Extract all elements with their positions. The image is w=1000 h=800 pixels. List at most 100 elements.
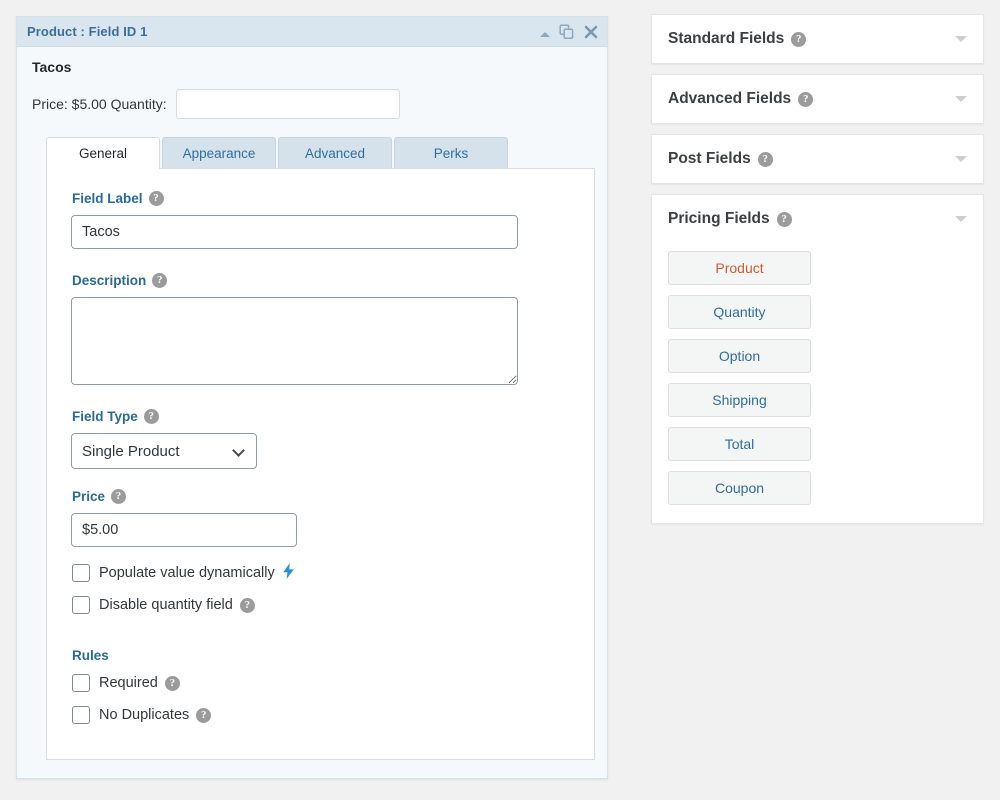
accordion-standard-fields-text: Standard Fields bbox=[668, 30, 785, 47]
quantity-input[interactable] bbox=[175, 89, 400, 119]
field-panel-body: Tacos Price: $5.00 Quantity: General App… bbox=[17, 47, 607, 760]
disable-quantity-field-checkbox[interactable] bbox=[72, 596, 90, 614]
pricing-field-buttons: Product Quantity Option Shipping Total C… bbox=[668, 251, 967, 505]
populate-value-dynamically-row: Populate value dynamically bbox=[72, 563, 570, 582]
accordion-advanced-fields: Advanced Fields ? bbox=[651, 74, 984, 124]
populate-value-dynamically-label: Populate value dynamically bbox=[99, 563, 295, 582]
accordion-post-fields-title: Post Fields ? bbox=[668, 150, 773, 168]
field-library-sidebar: Standard Fields ? Advanced Fields ? Post… bbox=[651, 14, 984, 534]
field-panel-header-icons bbox=[540, 17, 598, 47]
field-button-product-label: Product bbox=[715, 260, 764, 276]
accordion-pricing-fields: Pricing Fields ? Product Quantity Option bbox=[651, 194, 984, 524]
no-duplicates-label: No Duplicates ? bbox=[99, 707, 212, 723]
price-label: Price ? bbox=[72, 489, 570, 504]
tab-perks-label: Perks bbox=[433, 145, 469, 161]
accordion-post-fields-text: Post Fields bbox=[668, 150, 751, 167]
help-icon[interactable]: ? bbox=[757, 151, 773, 167]
field-label-label: Field Label ? bbox=[72, 191, 570, 206]
accordion-post-fields-header[interactable]: Post Fields ? bbox=[652, 135, 983, 183]
tab-general[interactable]: General bbox=[46, 137, 160, 169]
description-textarea[interactable] bbox=[71, 297, 518, 385]
field-type-select-wrap: Single Product bbox=[71, 433, 257, 469]
tab-appearance[interactable]: Appearance bbox=[162, 137, 276, 168]
field-button-shipping-label: Shipping bbox=[712, 392, 767, 408]
field-type-label-text: Field Type bbox=[72, 409, 138, 424]
no-duplicates-row: No Duplicates ? bbox=[72, 706, 570, 724]
field-panel-title: Product : Field ID 1 bbox=[27, 24, 148, 39]
help-icon[interactable]: ? bbox=[798, 91, 814, 107]
tab-general-label: General bbox=[78, 145, 128, 161]
tab-perks[interactable]: Perks bbox=[394, 137, 508, 168]
field-type-selected-value: Single Product bbox=[82, 442, 180, 460]
chevron-down-icon bbox=[955, 36, 967, 42]
field-button-total[interactable]: Total bbox=[668, 427, 811, 461]
required-row: Required ? bbox=[72, 674, 570, 692]
field-label-text: Field Label bbox=[72, 191, 143, 206]
help-icon[interactable]: ? bbox=[239, 597, 255, 613]
tab-panel-general: Field Label ? Description ? Field Type ? bbox=[46, 168, 595, 760]
field-button-quantity-label: Quantity bbox=[713, 304, 766, 320]
no-duplicates-text: No Duplicates bbox=[99, 707, 190, 723]
description-label: Description ? bbox=[72, 273, 570, 288]
accordion-standard-fields-header[interactable]: Standard Fields ? bbox=[652, 15, 983, 63]
rules-section-label: Rules bbox=[72, 648, 570, 663]
field-panel-header: Product : Field ID 1 bbox=[17, 17, 607, 47]
required-checkbox[interactable] bbox=[72, 674, 90, 692]
price-quantity-label: Price: $5.00 Quantity: bbox=[32, 96, 167, 112]
help-icon[interactable]: ? bbox=[776, 211, 792, 227]
accordion-standard-fields-title: Standard Fields ? bbox=[668, 30, 807, 48]
disable-quantity-field-text: Disable quantity field bbox=[99, 597, 233, 613]
price-input[interactable] bbox=[71, 513, 297, 547]
chevron-down-icon bbox=[955, 156, 967, 162]
description-label-text: Description bbox=[72, 273, 147, 288]
accordion-pricing-fields-header[interactable]: Pricing Fields ? bbox=[652, 195, 983, 243]
accordion-pricing-fields-text: Pricing Fields bbox=[668, 210, 770, 227]
field-button-option-label: Option bbox=[718, 348, 761, 364]
field-button-coupon[interactable]: Coupon bbox=[668, 471, 811, 505]
close-icon[interactable] bbox=[584, 25, 598, 39]
no-duplicates-checkbox[interactable] bbox=[72, 706, 90, 724]
accordion-standard-fields: Standard Fields ? bbox=[651, 14, 984, 64]
help-icon[interactable]: ? bbox=[196, 707, 212, 723]
accordion-pricing-fields-body: Product Quantity Option Shipping Total C… bbox=[652, 243, 983, 523]
chevron-down-icon bbox=[955, 216, 967, 222]
price-label-text: Price bbox=[72, 489, 106, 504]
help-icon[interactable]: ? bbox=[791, 31, 807, 47]
product-price-row: Price: $5.00 Quantity: bbox=[31, 89, 593, 119]
required-text: Required bbox=[99, 675, 158, 691]
help-icon[interactable]: ? bbox=[143, 409, 159, 424]
collapse-icon[interactable] bbox=[540, 28, 550, 37]
accordion-advanced-fields-header[interactable]: Advanced Fields ? bbox=[652, 75, 983, 123]
field-button-total-label: Total bbox=[724, 436, 755, 452]
accordion-advanced-fields-text: Advanced Fields bbox=[668, 90, 792, 107]
accordion-post-fields: Post Fields ? bbox=[651, 134, 984, 184]
field-type-label: Field Type ? bbox=[72, 409, 570, 424]
help-icon[interactable]: ? bbox=[111, 489, 127, 504]
populate-value-dynamically-checkbox[interactable] bbox=[72, 563, 90, 582]
field-button-coupon-label: Coupon bbox=[714, 480, 765, 496]
accordion-advanced-fields-title: Advanced Fields ? bbox=[668, 90, 814, 108]
help-icon[interactable]: ? bbox=[148, 191, 164, 206]
lightning-bolt-icon bbox=[282, 563, 295, 582]
tab-appearance-label: Appearance bbox=[182, 145, 256, 161]
tab-advanced[interactable]: Advanced bbox=[278, 137, 392, 168]
populate-value-dynamically-text: Populate value dynamically bbox=[99, 564, 275, 581]
product-preview-title: Tacos bbox=[32, 59, 72, 75]
field-button-quantity[interactable]: Quantity bbox=[668, 295, 811, 329]
help-icon[interactable]: ? bbox=[164, 675, 180, 691]
disable-quantity-field-label: Disable quantity field ? bbox=[99, 597, 255, 613]
field-settings-tabs: General Appearance Advanced Perks bbox=[46, 137, 593, 169]
field-button-shipping[interactable]: Shipping bbox=[668, 383, 811, 417]
tab-advanced-label: Advanced bbox=[304, 145, 366, 161]
required-label: Required ? bbox=[99, 675, 180, 691]
field-type-select[interactable]: Single Product bbox=[71, 433, 257, 469]
field-button-option[interactable]: Option bbox=[668, 339, 811, 373]
field-label-input[interactable] bbox=[71, 215, 518, 249]
rules-label-text: Rules bbox=[72, 648, 109, 663]
duplicate-icon[interactable] bbox=[559, 24, 575, 40]
help-icon[interactable]: ? bbox=[152, 273, 168, 288]
disable-quantity-field-row: Disable quantity field ? bbox=[72, 596, 570, 614]
accordion-pricing-fields-title: Pricing Fields ? bbox=[668, 210, 792, 228]
field-button-product[interactable]: Product bbox=[668, 251, 811, 285]
chevron-down-icon bbox=[955, 96, 967, 102]
